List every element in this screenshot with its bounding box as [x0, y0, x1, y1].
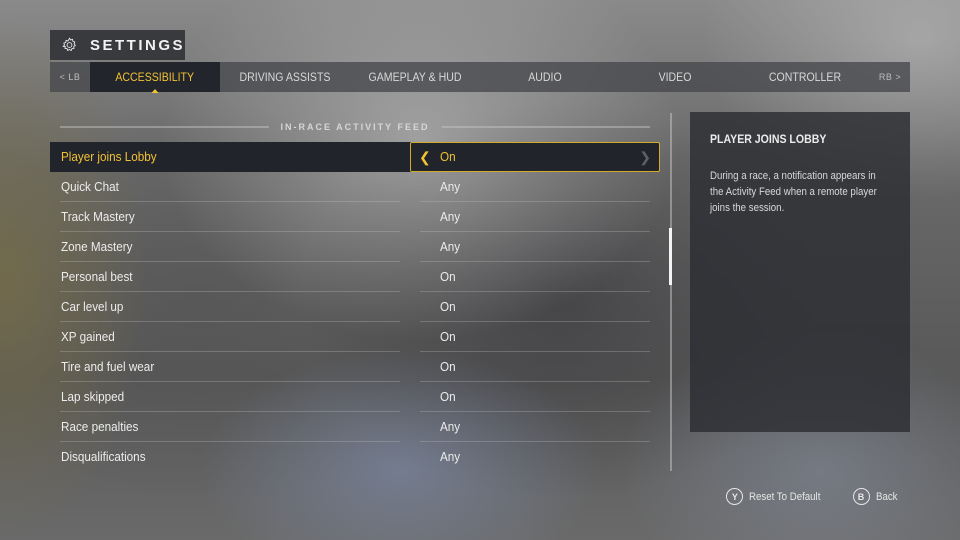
- setting-label: Player joins Lobby: [61, 149, 157, 164]
- back-label: Back: [875, 490, 898, 503]
- setting-value: On: [440, 329, 456, 344]
- setting-label: Personal best: [61, 269, 133, 284]
- setting-label: Track Mastery: [61, 209, 135, 224]
- setting-row-quick-chat[interactable]: Quick Chat Any: [50, 172, 660, 202]
- setting-value: On: [440, 389, 456, 404]
- setting-value: On: [440, 359, 456, 374]
- reset-to-default-button[interactable]: Y Reset To Default: [726, 488, 830, 505]
- section-header: IN-RACE ACTIVITY FEED: [60, 120, 651, 134]
- gear-icon: [62, 37, 77, 52]
- setting-value: On: [440, 299, 456, 314]
- tab-controller[interactable]: CONTROLLER: [748, 62, 862, 92]
- setting-label: Quick Chat: [61, 179, 119, 194]
- rb-bumper-hint[interactable]: RB >: [870, 72, 910, 82]
- setting-value: On: [440, 149, 456, 164]
- setting-row-personal-best[interactable]: Personal best On: [50, 262, 660, 292]
- y-button-icon: Y: [726, 488, 744, 505]
- divider: [441, 126, 651, 128]
- setting-label: Car level up: [61, 299, 124, 314]
- setting-row-car-level-up[interactable]: Car level up On: [50, 292, 660, 322]
- setting-label: Tire and fuel wear: [61, 359, 155, 374]
- description-panel: PLAYER JOINS LOBBY During a race, a noti…: [690, 112, 910, 432]
- setting-label: Race penalties: [61, 419, 139, 434]
- reset-label: Reset To Default: [749, 490, 821, 503]
- setting-row-track-mastery[interactable]: Track Mastery Any: [50, 202, 660, 232]
- back-button[interactable]: B Back: [852, 488, 900, 505]
- setting-row-xp-gained[interactable]: XP gained On: [50, 322, 660, 352]
- tab-video[interactable]: VIDEO: [618, 62, 732, 92]
- tab-label: ACCESSIBILITY: [115, 70, 195, 84]
- tab-bar: < LB ACCESSIBILITY DRIVING ASSISTS GAMEP…: [50, 62, 910, 93]
- description-title: PLAYER JOINS LOBBY: [710, 132, 827, 146]
- footer-hints: Y Reset To Default B Back: [704, 488, 900, 505]
- page-title: SETTINGS: [89, 36, 185, 54]
- tab-accessibility[interactable]: ACCESSIBILITY: [90, 62, 220, 93]
- setting-value: Any: [440, 239, 461, 254]
- active-tab-indicator: [151, 89, 159, 93]
- setting-value: On: [440, 269, 456, 284]
- setting-value: Any: [440, 449, 461, 464]
- setting-label: Zone Mastery: [61, 239, 133, 254]
- chevron-left-icon[interactable]: ❮: [419, 149, 431, 166]
- setting-row-race-penalties[interactable]: Race penalties Any: [50, 412, 660, 442]
- setting-row-player-joins-lobby[interactable]: Player joins Lobby ❮ ❯ On: [50, 142, 660, 172]
- setting-row-tire-fuel-wear[interactable]: Tire and fuel wear On: [50, 352, 660, 382]
- tab-audio[interactable]: AUDIO: [488, 62, 602, 92]
- section-title: IN-RACE ACTIVITY FEED: [280, 122, 430, 132]
- tab-driving-assists[interactable]: DRIVING ASSISTS: [228, 62, 342, 92]
- setting-label: Disqualifications: [61, 449, 146, 464]
- b-button-icon: B: [852, 488, 870, 505]
- chevron-right-icon[interactable]: ❯: [639, 149, 651, 166]
- description-body: During a race, a notification appears in…: [710, 170, 877, 214]
- setting-value: Any: [440, 419, 461, 434]
- setting-value: Any: [440, 209, 461, 224]
- setting-row-zone-mastery[interactable]: Zone Mastery Any: [50, 232, 660, 262]
- lb-bumper-hint[interactable]: < LB: [50, 72, 90, 82]
- tab-gameplay-hud[interactable]: GAMEPLAY & HUD: [358, 62, 472, 92]
- divider: [60, 126, 269, 128]
- scrollbar-track[interactable]: [670, 113, 672, 471]
- setting-label: XP gained: [61, 329, 115, 344]
- settings-list: Player joins Lobby ❮ ❯ On Quick Chat Any…: [50, 142, 660, 472]
- scrollbar-thumb[interactable]: [669, 228, 672, 285]
- setting-value: Any: [440, 179, 461, 194]
- settings-header: SETTINGS: [50, 30, 185, 60]
- setting-row-disqualifications[interactable]: Disqualifications Any: [50, 442, 660, 472]
- setting-label: Lap skipped: [61, 389, 125, 404]
- setting-row-lap-skipped[interactable]: Lap skipped On: [50, 382, 660, 412]
